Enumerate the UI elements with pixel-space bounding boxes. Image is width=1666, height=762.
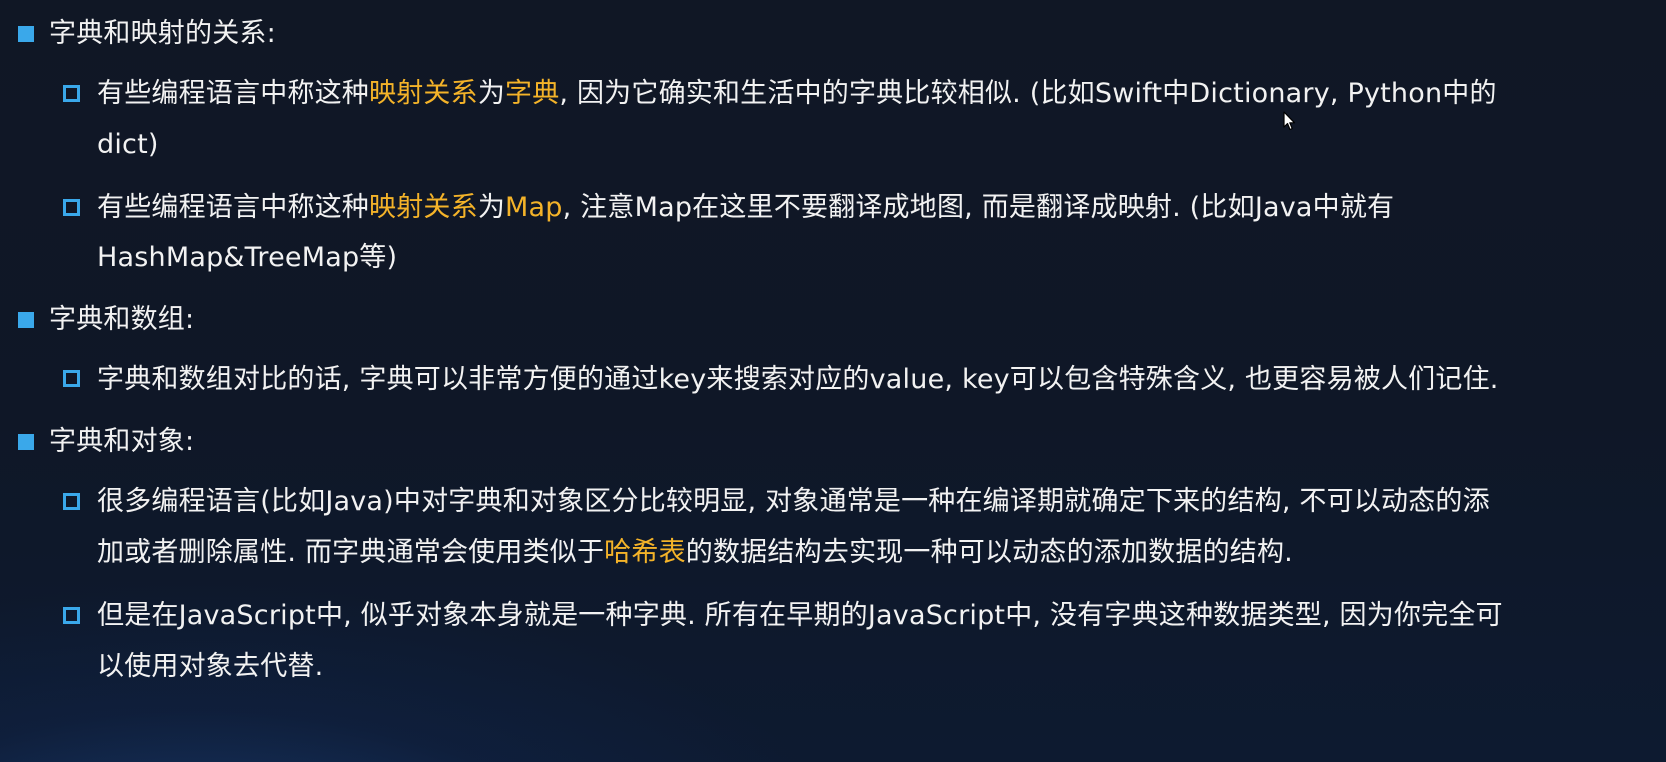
text-segment: 的数据结构去实现一种可以动态的添加数据的结构. — [685, 537, 1293, 568]
item-object-line2: 加或者删除属性. 而字典通常会使用类似于哈希表的数据结构去实现一种可以动态的添加… — [97, 535, 1293, 571]
section-heading-object: 字典和对象: — [49, 426, 195, 457]
item-dictionary-line1: 有些编程语言中称这种映射关系为字典, 因为它确实和生活中的字典比较相似. (比如… — [97, 76, 1497, 112]
section-heading-array: 字典和数组: — [49, 304, 195, 335]
slide: 字典和映射的关系: 有些编程语言中称这种映射关系为字典, 因为它确实和生活中的字… — [0, 0, 1666, 762]
item-array-line1: 字典和数组对比的话, 字典可以非常方便的通过key来搜索对应的value, ke… — [97, 364, 1499, 395]
section-bullet-icon — [18, 312, 34, 328]
item-dictionary-line2: dict) — [97, 129, 159, 160]
highlight-dictionary: 字典 — [505, 78, 560, 109]
item-javascript-line2: 以使用对象去代替. — [97, 651, 324, 682]
highlight-mapping-relation: 映射关系 — [369, 192, 478, 223]
text-segment: , 注意Map在这里不要翻译成地图, 而是翻译成映射. (比如Java中就有 — [562, 192, 1395, 223]
text-segment: 为 — [477, 78, 506, 109]
text-segment: 加或者删除属性. 而字典通常会使用类似于 — [97, 537, 605, 568]
section-heading-mapping: 字典和映射的关系: — [49, 18, 276, 49]
item-map-line2: HashMap&TreeMap等) — [97, 242, 398, 273]
highlight-mapping-relation: 映射关系 — [369, 78, 478, 109]
item-map-line1: 有些编程语言中称这种映射关系为Map, 注意Map在这里不要翻译成地图, 而是翻… — [97, 190, 1394, 226]
text-segment: 有些编程语言中称这种 — [97, 192, 369, 223]
item-javascript-line1: 但是在JavaScript中, 似乎对象本身就是一种字典. 所有在早期的Java… — [97, 600, 1503, 631]
text-segment: , 因为它确实和生活中的字典比较相似. (比如Swift中Dictionary,… — [559, 78, 1497, 109]
highlight-map: Map — [505, 192, 563, 223]
text-segment: 有些编程语言中称这种 — [97, 78, 369, 109]
item-object-line1: 很多编程语言(比如Java)中对字典和对象区分比较明显, 对象通常是一种在编译期… — [97, 486, 1490, 517]
item-bullet-icon — [63, 607, 80, 624]
item-bullet-icon — [63, 199, 80, 216]
item-bullet-icon — [63, 493, 80, 510]
section-bullet-icon — [18, 434, 34, 450]
section-bullet-icon — [18, 26, 34, 42]
text-segment: 为 — [477, 192, 506, 223]
item-bullet-icon — [63, 370, 80, 387]
highlight-hash-table: 哈希表 — [604, 537, 686, 568]
item-bullet-icon — [63, 85, 80, 102]
